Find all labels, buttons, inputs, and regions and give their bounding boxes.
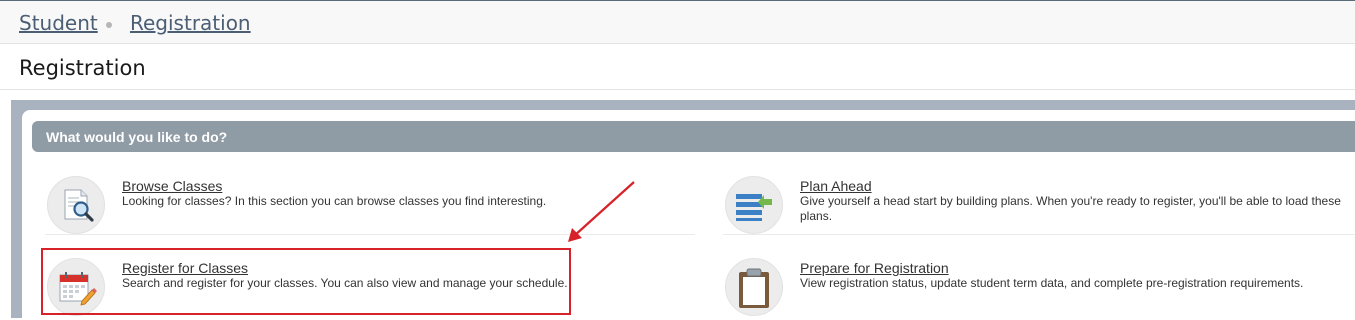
tile-divider — [723, 234, 1355, 235]
clipboard-icon[interactable] — [725, 258, 783, 316]
breadcrumb-separator — [106, 22, 112, 28]
highlight-box — [41, 248, 571, 315]
plan-ahead-link[interactable]: Plan Ahead — [800, 178, 872, 194]
breadcrumb-registration-link[interactable]: Registration — [130, 11, 251, 35]
panel-heading: What would you like to do? — [46, 129, 228, 145]
breadcrumb-student-link[interactable]: Student — [19, 11, 98, 35]
magnifier-document-icon[interactable] — [47, 176, 105, 234]
page-title: Registration — [19, 56, 146, 80]
plan-list-icon[interactable] — [725, 176, 783, 234]
browse-classes-link[interactable]: Browse Classes — [122, 178, 222, 194]
breadcrumb: Student Registration — [0, 1, 1355, 44]
title-bar: Registration — [0, 44, 1355, 90]
panel-header: What would you like to do? — [32, 121, 1355, 152]
annotation-arrow-icon — [568, 181, 635, 242]
prepare-for-registration-link[interactable]: Prepare for Registration — [800, 260, 949, 276]
plan-ahead-description: Give yourself a head start by building p… — [800, 194, 1341, 223]
prepare-for-registration-description: View registration status, update student… — [800, 276, 1304, 290]
